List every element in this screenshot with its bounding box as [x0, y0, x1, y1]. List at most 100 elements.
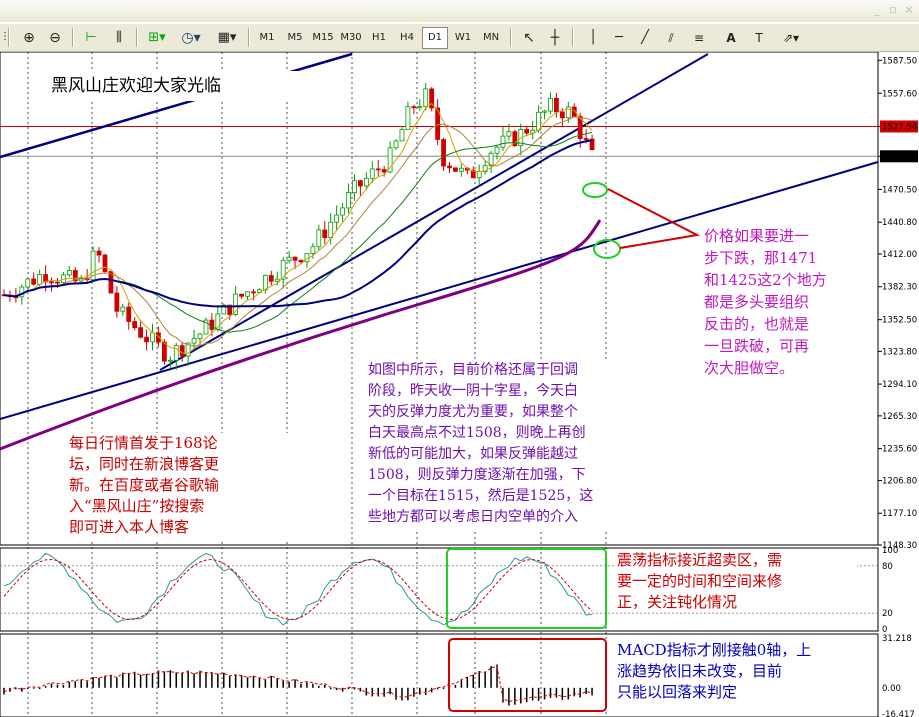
- price-tick-label: 1527.54: [882, 122, 917, 132]
- text-tool-icon[interactable]: A: [720, 27, 742, 49]
- candle-body: [340, 207, 345, 216]
- candle-body: [191, 338, 197, 344]
- candle-body: [447, 165, 452, 169]
- note-line: 和1425这2个地方: [704, 271, 827, 289]
- candle-body: [274, 278, 280, 282]
- note-line: 每日行情首发于168论: [69, 434, 218, 452]
- candle-body: [245, 291, 250, 297]
- price-tick-label: 1206.80: [882, 476, 917, 486]
- zoom-out-icon[interactable]: ⊖: [44, 27, 66, 49]
- note-line: MACD指标才刚接触0轴，上: [617, 641, 812, 659]
- note-line: 一个目标在1515，然后是1525，这: [368, 488, 594, 504]
- candle-body: [352, 180, 357, 194]
- candle-body: [411, 106, 417, 109]
- candle-body: [138, 327, 144, 338]
- crosshair-icon[interactable]: ┼: [544, 27, 566, 49]
- text-label-icon[interactable]: T: [748, 27, 770, 49]
- timeframe-m15[interactable]: M15: [310, 27, 336, 49]
- candle-body: [209, 319, 215, 330]
- price-tick-label: 1587.50: [882, 56, 917, 66]
- timeframe-m5[interactable]: M5: [282, 27, 308, 49]
- note-line: 即可进入本人博客: [69, 518, 190, 536]
- arrows-icon[interactable]: ⇗▾: [776, 27, 806, 49]
- minimize-icon[interactable]: _: [870, 3, 884, 17]
- period-clock-icon[interactable]: ◷▾: [176, 27, 206, 49]
- candle-body: [310, 246, 316, 254]
- price-tick-label: 1382.30: [882, 283, 917, 293]
- trendline-icon[interactable]: ╱: [634, 27, 656, 49]
- note-line: 震荡指标接近超卖区，需: [617, 551, 783, 569]
- oscillator-k-line: [3, 552, 593, 626]
- candle-body: [150, 332, 155, 343]
- timeframe-w1[interactable]: W1: [450, 27, 476, 49]
- candle-body: [292, 256, 298, 261]
- candle-body: [49, 281, 54, 284]
- window-titlebar: _ ▫ ×: [0, 0, 919, 22]
- note-line: 要一定的时间和空间来修: [617, 572, 783, 590]
- timeframe-h1[interactable]: H1: [366, 27, 392, 49]
- candle-body: [441, 139, 446, 167]
- timeframe-m1[interactable]: M1: [254, 27, 280, 49]
- candle-body: [393, 140, 399, 149]
- candle-body: [167, 359, 173, 362]
- timeframe-mn[interactable]: MN: [478, 27, 504, 49]
- candle-body: [565, 106, 571, 119]
- price-tick-label: 1294.10: [882, 380, 917, 390]
- note-line: 入“黑风山庄”按搜索: [69, 497, 205, 515]
- oscillator-note: 震荡指标接近超卖区，需 要一定的时间和空间来修 正，关注钝化情况: [614, 550, 857, 612]
- timeframe-m30[interactable]: M30: [338, 27, 364, 49]
- chart-toolbar: ⋮ ⊕ ⊖ ⊢ ⫼ ⊞▾ ◷▾ ▦▾ M1 M5 M15 M30 H1 H4 D1 W1 MN …: [0, 24, 919, 52]
- candle-body: [322, 229, 328, 239]
- candle-body: [536, 111, 541, 131]
- chart-title-note: 黑风山庄欢迎大家光临: [47, 71, 298, 101]
- candle-body: [381, 169, 387, 173]
- candle-body: [375, 168, 381, 171]
- horizontal-line-icon[interactable]: ─: [608, 27, 630, 49]
- candle-body: [316, 229, 322, 248]
- candle-body: [251, 291, 256, 294]
- note-line: 如图中所示，目前价格还属于回调: [368, 362, 578, 378]
- oscillator-tick-label: 20: [882, 609, 893, 619]
- restore-icon[interactable]: ▫: [886, 3, 900, 17]
- candle-body: [126, 306, 132, 322]
- timeframe-d1[interactable]: D1: [422, 27, 448, 49]
- candle-body: [559, 111, 565, 119]
- candle-body: [120, 306, 126, 312]
- zoom-in-icon[interactable]: ⊕: [18, 27, 40, 49]
- note-line: 1508，则反弹力度逐渐在加强，下: [368, 467, 586, 483]
- oscillator-tick-label: 100: [882, 546, 898, 556]
- candle-body: [399, 129, 405, 142]
- note-line: 正，关注钝化情况: [617, 593, 738, 611]
- add-indicator-icon[interactable]: ⊞▾: [144, 27, 170, 49]
- autoscroll-icon[interactable]: ⫼: [108, 27, 130, 49]
- note-line: 白天最高点不过1508，则晚上再创: [368, 425, 586, 441]
- equidistant-channel-icon[interactable]: ⫽: [660, 27, 682, 49]
- cursor-icon[interactable]: ↖: [518, 27, 540, 49]
- templates-icon[interactable]: ▦▾: [212, 27, 242, 49]
- upper-channel-line: [0, 52, 353, 159]
- macd-tick-label: 31.218: [882, 634, 912, 644]
- price-tick-label: 1177.10: [882, 509, 917, 519]
- chart-shift-icon[interactable]: ⊢: [80, 27, 102, 49]
- candle-body: [286, 256, 292, 262]
- price-tick-label: 1470.50: [882, 185, 917, 195]
- close-icon[interactable]: ×: [902, 3, 916, 17]
- note-line: 价格如果要进一: [704, 227, 810, 245]
- candle-body: [506, 131, 512, 137]
- vertical-line-icon[interactable]: │: [582, 27, 604, 49]
- fibonacci-icon[interactable]: ≡: [688, 27, 710, 49]
- candle-body: [161, 341, 167, 362]
- price-tick-label: 1557.60: [882, 89, 917, 99]
- oscillator-highlight-box: [446, 548, 607, 629]
- support-1471-marker: [582, 182, 608, 198]
- candle-body: [453, 167, 458, 172]
- note-line: 只能以回落来判定: [617, 683, 738, 701]
- candle-body: [357, 180, 363, 187]
- note-line: 涨趋势依旧未改变，目前: [617, 662, 783, 680]
- note-line: 一旦跌破，可再: [704, 337, 810, 355]
- timeframe-h4[interactable]: H4: [394, 27, 420, 49]
- note-line: 都是多头要组织: [704, 293, 810, 311]
- candle-body: [96, 250, 102, 256]
- candle-body: [298, 259, 304, 263]
- note-line: 步下跌，那1471: [704, 249, 818, 267]
